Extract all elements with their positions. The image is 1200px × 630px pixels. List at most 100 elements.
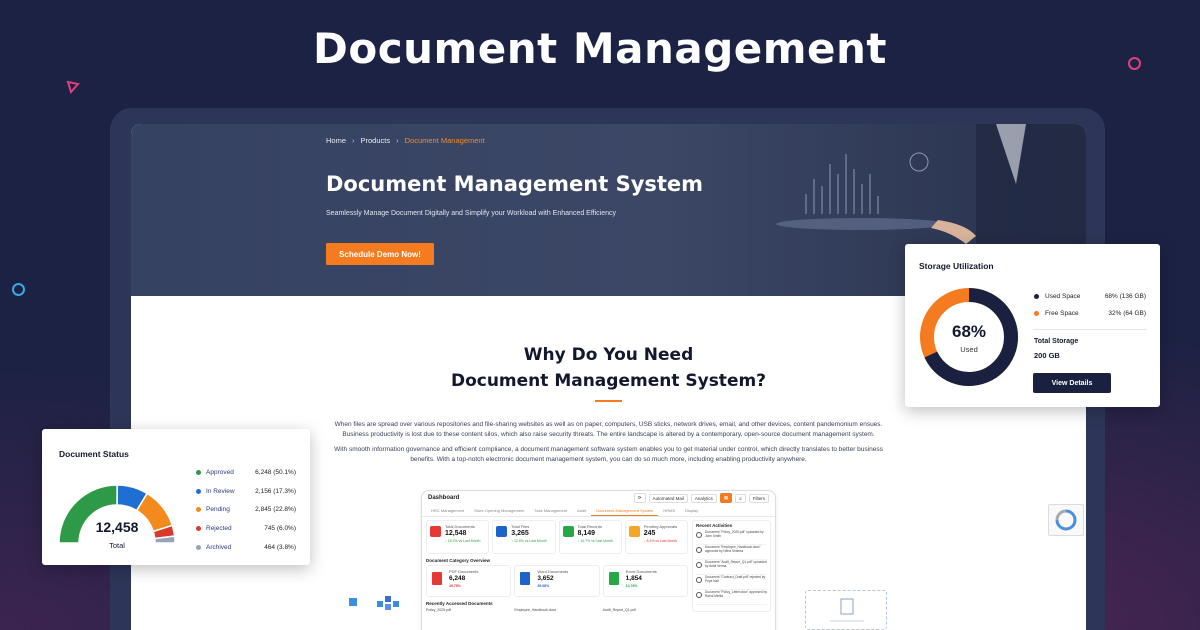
activity-icon [696,562,702,568]
tab-document-management[interactable]: Document Management System [591,505,659,516]
recaptcha-icon [1055,509,1077,531]
activity-icon [696,592,702,598]
word-icon [520,572,531,585]
kpi-card[interactable]: Total Records 8,149 ↑ 10.7% vs Last Mont… [558,520,622,554]
activity-item[interactable]: Document "Policy_Letter.docx" approved b… [696,590,767,605]
upload-dropzone[interactable] [805,590,887,630]
recent-activities-title: Recent Activities [696,523,733,528]
kpi-value: 3,265 [511,530,529,537]
storage-used-percent: 68% [951,322,987,341]
total-storage-label: Total Storage [1034,338,1079,345]
automated-mail-button[interactable]: Automated Mail [648,493,688,503]
category-percent: 29.08% [537,584,550,588]
pending-icon [628,526,640,537]
category-card[interactable]: PDF Documents 6,248 49.78% [426,565,512,597]
recent-file[interactable]: Employee_Handbook.docx [514,608,599,612]
status-label: Archived [206,544,232,551]
kpi-card[interactable]: Total Files 3,265 ↑ 12.6% vs Last Month [492,520,556,554]
document-total-label: Total [109,541,125,550]
activity-item[interactable]: Document "Employee_Handbook.docx" approv… [696,545,767,560]
breadcrumb-products-link[interactable]: Products [361,136,391,145]
category-label: Excel Documents [625,569,657,574]
category-value: 1,854 [625,575,642,582]
list-view-icon[interactable]: ≡ [735,493,746,503]
total-storage-value: 200 GB [1034,351,1060,360]
activity-item[interactable]: Document "Audit_Report_Q1.pdf" uploaded … [696,560,767,575]
status-approved: Approved 6,248 (50.1%) [196,469,296,476]
tab-display[interactable]: Display [680,505,703,516]
legend-value: 32% (64 GB) [1108,310,1146,317]
storage-utilization-card: Storage Utilization 68% Used Used Space … [905,244,1160,407]
activity-text: Document "Policy_2025.pdf" uploaded by J… [705,530,764,538]
kpi-value: 8,149 [577,530,596,537]
category-value: 6,248 [449,575,466,582]
kpi-card[interactable]: Total Documents 12,548 ↑ 18.2% vs Last M… [426,520,490,554]
recaptcha-badge[interactable] [1048,504,1084,536]
activity-icon [696,547,702,553]
chevron-right-icon: › [352,136,355,145]
status-swatch [196,526,201,531]
tab-task-management[interactable]: Task Management [529,505,572,516]
view-details-button[interactable]: View Details [1033,373,1111,393]
legend-label: Free Space [1045,310,1079,317]
ring-decoration-icon [1128,57,1141,70]
recent-activities-panel: Recent Activities Document "Policy_2025.… [692,520,771,612]
legend-label: Used Space [1045,293,1081,300]
refresh-icon[interactable]: ⟳ [633,493,646,503]
status-value: 2,156 (17.3%) [255,488,296,495]
records-icon [562,526,574,537]
category-percent: 49.78% [449,584,461,588]
breadcrumb-current: Document Management [404,136,485,145]
status-in-review: In Review 2,156 (17.3%) [196,488,296,495]
status-value: 2,845 (22.8%) [255,506,296,513]
kpi-delta: ↑ 18.2% vs Last Month [445,539,481,543]
tab-hrms[interactable]: HRMS [658,505,680,516]
tab-store-opening[interactable]: Store Opening Management [469,505,529,516]
kpi-label: Total Records [577,524,602,529]
recent-file[interactable]: Audit_Report_Q1.pdf [603,608,688,612]
activity-icon [696,577,702,583]
schedule-demo-button[interactable]: Schedule Demo Now! [326,243,434,265]
status-swatch [196,470,201,475]
excel-icon [608,572,619,585]
activity-text: Document "Policy_Letter.docx" approved b… [705,590,767,598]
category-label: PDF Documents [449,569,479,574]
document-status-title: Document Status [59,449,129,459]
category-percent: 14.76% [625,584,638,588]
status-label: Pending [206,506,230,513]
legend-used-space: Used Space 68% (136 GB) [1034,293,1146,300]
filters-button[interactable]: Filters [748,493,769,503]
activity-item[interactable]: Document "Contract_Draft.pdf" rejected b… [696,575,767,590]
category-card[interactable]: Excel Documents 1,854 14.76% [602,565,688,597]
status-label: Rejected [206,525,232,532]
recent-documents-title: Recently Accessed Documents [426,601,493,606]
analytics-button[interactable]: Analytics [690,493,717,503]
recent-file[interactable]: Policy_2025.pdf [426,608,511,612]
status-pending: Pending 2,845 (22.8%) [196,506,296,513]
benefits-paragraph: With smooth information governance and e… [334,446,883,463]
activity-item[interactable]: Document "Policy_2025.pdf" uploaded by J… [696,530,767,545]
activity-icon [696,532,702,538]
status-swatch [196,545,201,550]
tab-hrc-management[interactable]: HRC Management [426,505,469,516]
intro-paragraph: When files are spread over various repos… [334,421,883,438]
workflow-icon [349,596,399,610]
breadcrumb-home-link[interactable]: Home [326,136,346,145]
dashboard-body: Total Documents 12,548 ↑ 18.2% vs Last M… [422,517,775,615]
kpi-label: Total Files [511,524,530,529]
hero-title: Document Management System [326,172,704,196]
kpi-label: Total Documents [445,524,475,529]
recent-documents-list: Policy_2025.pdf Employee_Handbook.docx A… [426,608,688,612]
file-icon [496,526,508,537]
tab-audit[interactable]: Audit [572,505,591,516]
ring-decoration-icon [12,283,25,296]
activity-text: Document "Contract_Draft.pdf" rejected b… [705,575,766,583]
upload-file-icon [830,598,864,622]
dashboard-main: Total Documents 12,548 ↑ 18.2% vs Last M… [426,520,688,612]
grid-view-icon[interactable]: ▦ [719,493,733,503]
status-swatch [196,489,201,494]
kpi-delta: ↓ 8.4% vs Last Month [643,539,678,543]
document-total-value: 12,458 [95,519,139,535]
kpi-card[interactable]: Pending Approvals 245 ↓ 8.4% vs Last Mon… [624,520,688,554]
category-card[interactable]: Word Documents 3,652 29.08% [514,565,600,597]
